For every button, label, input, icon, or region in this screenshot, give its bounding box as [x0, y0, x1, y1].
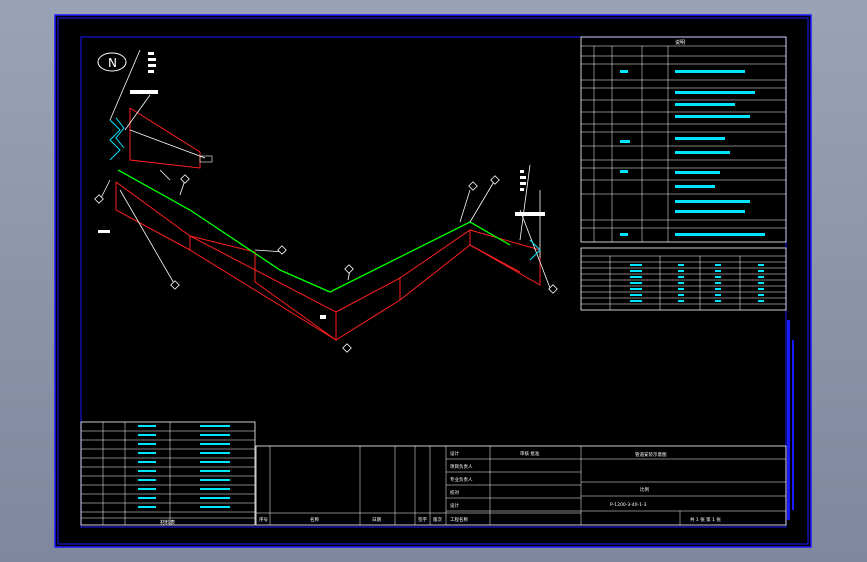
tb-sheet-info: 共 1 张 第 1 张 [690, 516, 721, 523]
drawing-canvas[interactable]: N 说明 材料表 设计 审核 批准 项目负责人 专业负责人 校对 设计 工程名称… [0, 0, 867, 562]
tb-discipline-lead: 专业负责人 [450, 476, 473, 483]
tb-rev-label: 版次 [433, 516, 442, 523]
tb-scale: 比例 [640, 486, 649, 493]
tb-date-label: 日期 [372, 517, 381, 523]
tb-design-label: 设计 [450, 450, 459, 457]
tb-name-label: 名称 [310, 516, 319, 523]
material-table-title: 材料表 [160, 519, 175, 526]
tb-drawing-name: 管道安装示意图 [635, 451, 667, 458]
tb-drawing-code: P-1200-3-40-1-3 [610, 502, 647, 508]
north-letter: N [108, 56, 117, 70]
tb-designer: 设计 [450, 502, 459, 509]
spec-table-title: 说明 [675, 39, 685, 46]
cad-viewport[interactable]: N 说明 材料表 设计 审核 批准 项目负责人 专业负责人 校对 设计 工程名称… [0, 0, 867, 562]
tb-sign-label: 签字 [418, 516, 427, 523]
tb-no-label: 序号 [259, 516, 268, 523]
tb-approve-label: 审核 批准 [520, 450, 540, 457]
tb-project-lead: 项目负责人 [450, 463, 473, 470]
tb-check: 校对 [450, 489, 459, 496]
tb-project-name: 工程名称 [450, 516, 468, 523]
